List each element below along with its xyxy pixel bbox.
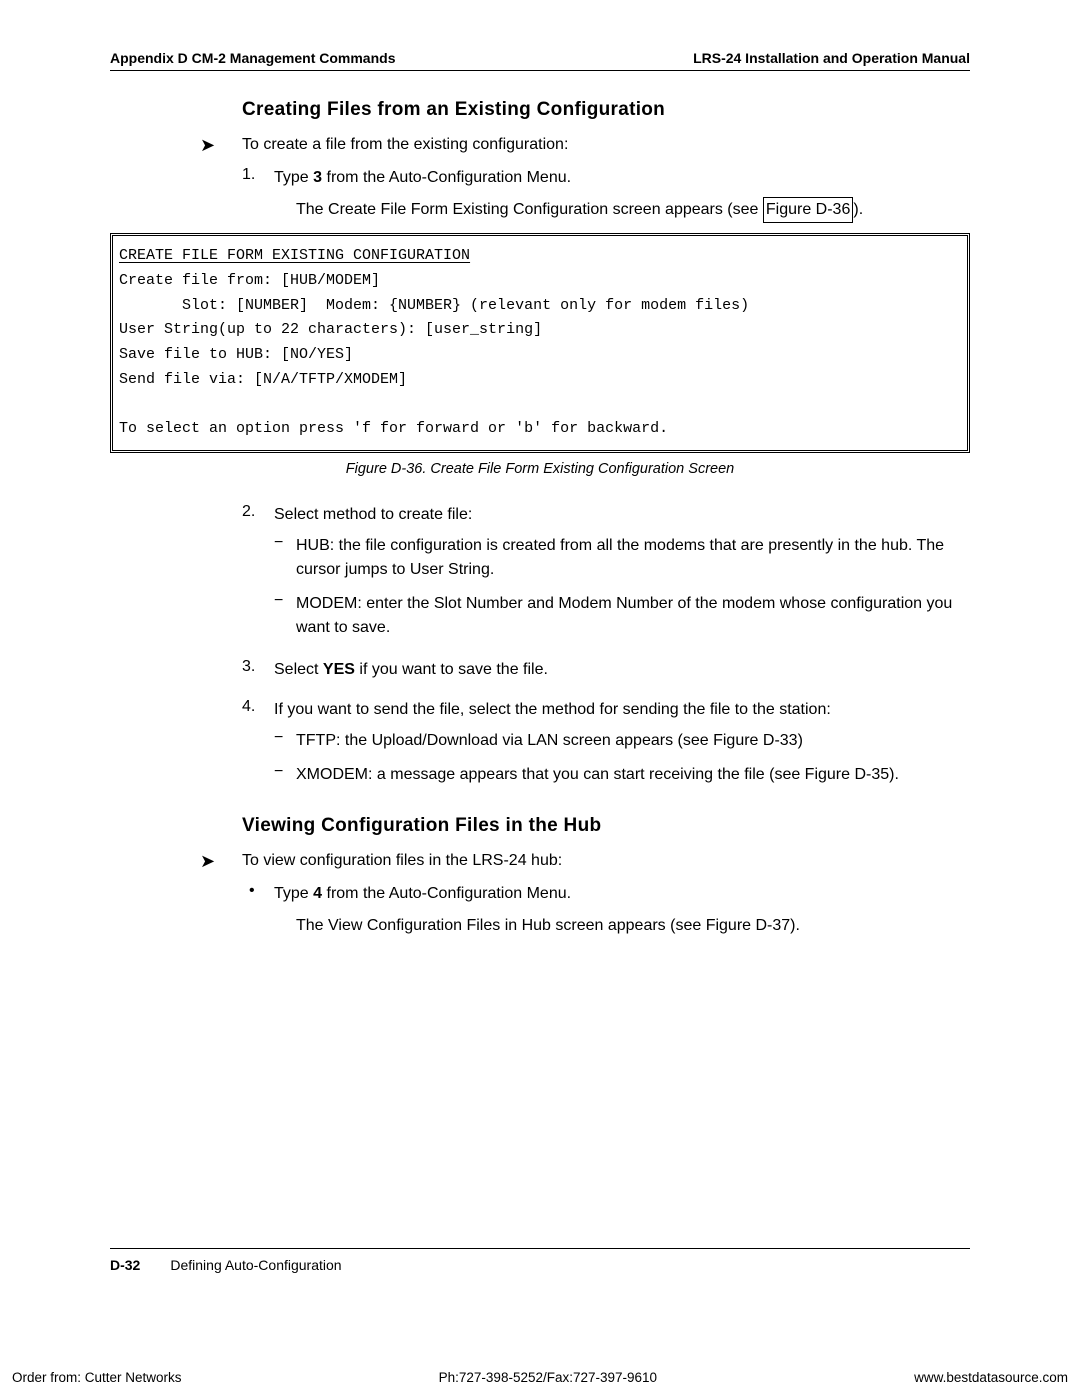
step-4: 4. If you want to send the file, select … (242, 698, 970, 721)
terminal-screen: CREATE FILE FORM EXISTING CONFIGURATION … (110, 233, 970, 453)
step-2: 2. Select method to create file: (242, 503, 970, 526)
bottom-right: www.bestdatasource.com (914, 1370, 1068, 1385)
terminal-title: CREATE FILE FORM EXISTING CONFIGURATION (119, 247, 470, 264)
t-bold: 4 (313, 885, 322, 902)
bullet-icon: • (249, 882, 274, 900)
lead-text-2: To view configuration files in the LRS-2… (242, 851, 562, 870)
dash-tftp-text: TFTP: the Upload/Download via LAN screen… (296, 729, 813, 753)
terminal-line: Send file via: [N/A/TFTP/XMODEM] (119, 371, 407, 388)
t: Type (274, 169, 313, 186)
step-4-text: If you want to send the file, select the… (274, 698, 831, 721)
bottom-left: Order from: Cutter Networks (12, 1370, 182, 1385)
step-num: 1. (242, 166, 274, 184)
lead-text-1: To create a file from the existing confi… (242, 135, 568, 154)
t: The Create File Form Existing Configurat… (296, 201, 763, 218)
step-1-text: Type 3 from the Auto-Configuration Menu. (274, 166, 571, 189)
bullet-1: • Type 4 from the Auto-Configuration Men… (249, 882, 970, 906)
section-title-viewing: Viewing Configuration Files in the Hub (242, 815, 970, 837)
bottom-bar: Order from: Cutter Networks Ph:727-398-5… (0, 1370, 1080, 1385)
dash-hub-text: HUB: the file configuration is created f… (296, 534, 970, 582)
dash-icon: − (274, 534, 296, 552)
bullet-1-sub: The View Configuration Files in Hub scre… (296, 914, 970, 938)
arrow-icon: ➤ (200, 135, 242, 156)
header-right: LRS-24 Installation and Operation Manual (693, 50, 970, 66)
terminal-line: Save file to HUB: [NO/YES] (119, 346, 353, 363)
dash-tftp: − TFTP: the Upload/Download via LAN scre… (274, 729, 970, 753)
lead-row-2: ➤ To view configuration files in the LRS… (110, 851, 970, 872)
t: Type (274, 885, 313, 902)
t: from the Auto-Configuration Menu. (322, 169, 571, 186)
dash-xmodem-text: XMODEM: a message appears that you can s… (296, 763, 909, 787)
step-1: 1. Type 3 from the Auto-Configuration Me… (242, 166, 970, 189)
t: if you want to save the file. (359, 661, 548, 678)
step-num: 4. (242, 698, 274, 716)
bottom-center: Ph:727-398-5252/Fax:727-397-9610 (439, 1370, 657, 1385)
footer-section-title: Defining Auto-Configuration (170, 1257, 341, 1273)
dash-icon: − (274, 729, 296, 747)
terminal-line: User String(up to 22 characters): [user_… (119, 321, 542, 338)
t-bold: 3 (313, 169, 322, 186)
terminal-line: Create file from: [HUB/MODEM] (119, 272, 380, 289)
dash-hub: − HUB: the file configuration is created… (274, 534, 970, 582)
step-num: 3. (242, 658, 274, 676)
step-1-sub: The Create File Form Existing Configurat… (296, 197, 970, 223)
t: Select (274, 661, 323, 678)
section-title-creating: Creating Files from an Existing Configur… (242, 99, 970, 121)
dash-xmodem: − XMODEM: a message appears that you can… (274, 763, 970, 787)
t-bold: YES (323, 661, 359, 678)
t: ). (853, 201, 863, 218)
dash-modem-text: MODEM: enter the Slot Number and Modem N… (296, 592, 970, 640)
page-header: Appendix D CM-2 Management Commands LRS-… (110, 50, 970, 71)
header-left: Appendix D CM-2 Management Commands (110, 50, 395, 66)
figure-caption: Figure D-36. Create File Form Existing C… (110, 461, 970, 477)
bullet-1-text: Type 4 from the Auto-Configuration Menu. (274, 882, 571, 906)
figure-link-d36[interactable]: Figure D-36 (763, 197, 853, 223)
footer-page-number: D-32 (110, 1257, 140, 1273)
t: from the Auto-Configuration Menu. (322, 885, 571, 902)
page-footer: D-32 Defining Auto-Configuration (110, 1248, 970, 1273)
dash-icon: − (274, 592, 296, 610)
step-num: 2. (242, 503, 274, 521)
dash-modem: − MODEM: enter the Slot Number and Modem… (274, 592, 970, 640)
dash-icon: − (274, 763, 296, 781)
arrow-icon: ➤ (200, 851, 242, 872)
terminal-line: To select an option press 'f for forward… (119, 420, 668, 437)
lead-row-1: ➤ To create a file from the existing con… (110, 135, 970, 156)
step-3-text: Select YES if you want to save the file. (274, 658, 548, 681)
step-2-text: Select method to create file: (274, 503, 472, 526)
step-3: 3. Select YES if you want to save the fi… (242, 658, 970, 681)
terminal-line: Slot: [NUMBER] Modem: {NUMBER} (relevant… (119, 297, 749, 314)
